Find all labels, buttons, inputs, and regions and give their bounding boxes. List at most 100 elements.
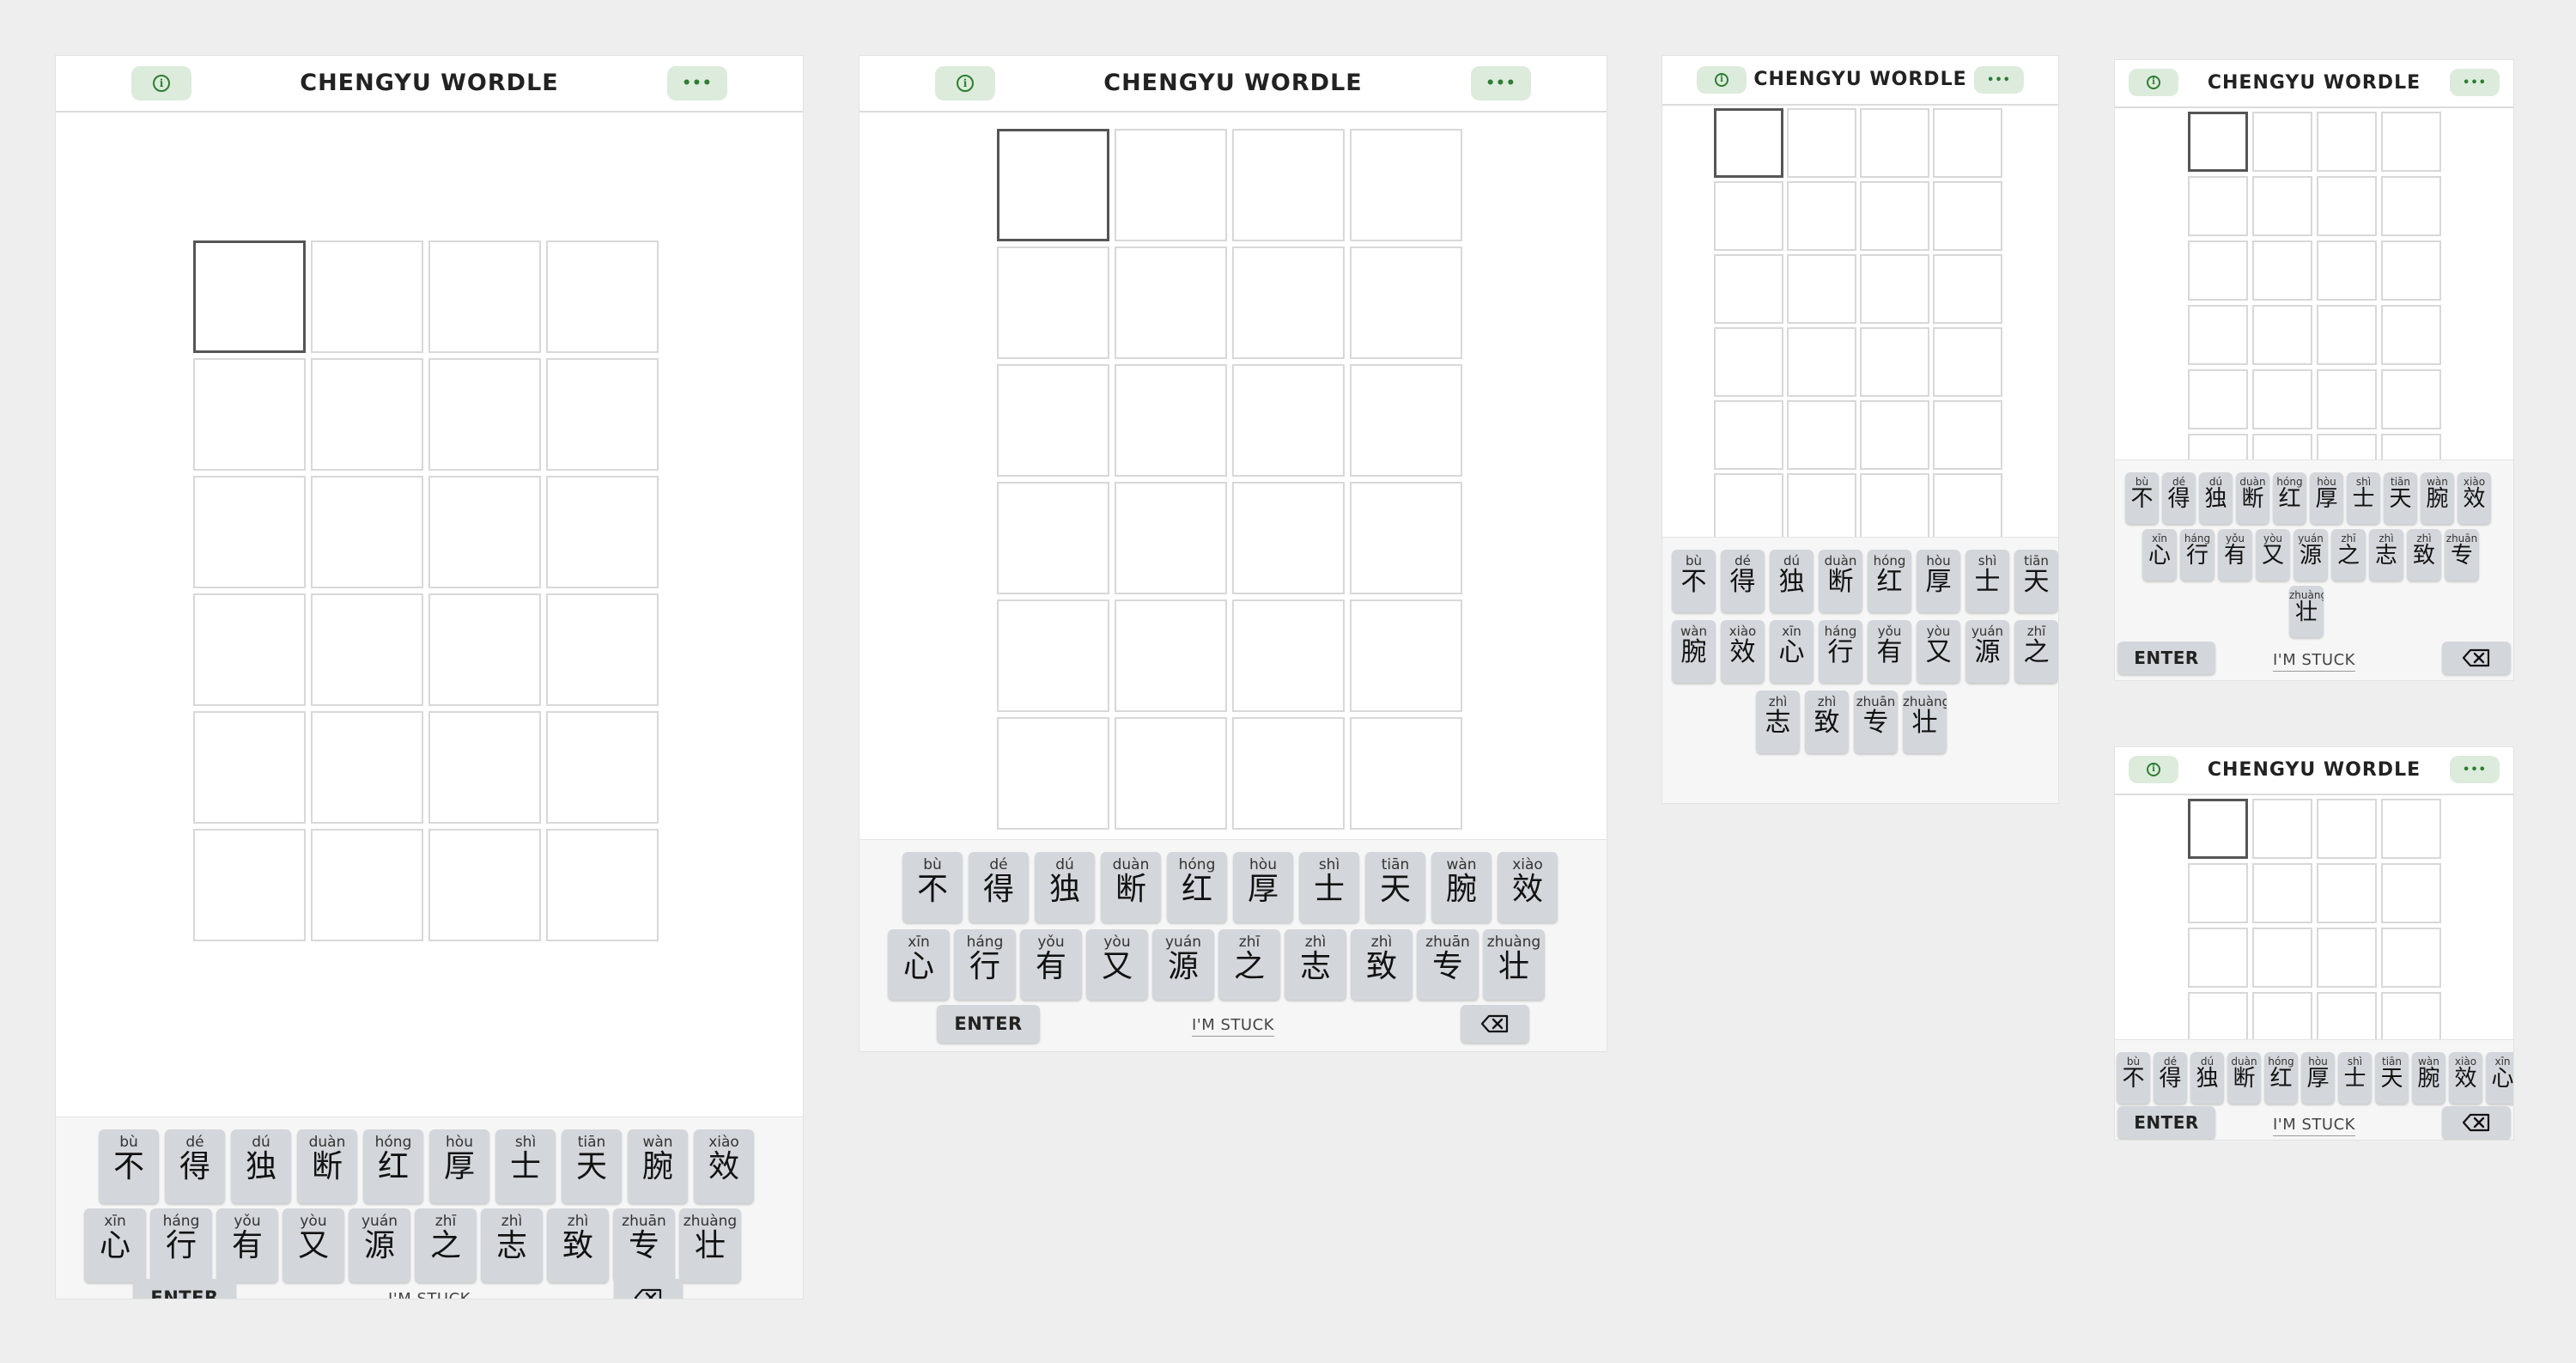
menu-button[interactable]: ••• bbox=[1471, 66, 1531, 100]
char-key[interactable]: dé 得 bbox=[165, 1129, 225, 1203]
char-key[interactable]: shì 士 bbox=[1299, 852, 1359, 922]
char-key[interactable]: zhuàng 壮 bbox=[679, 1208, 741, 1282]
char-key[interactable]: yòu 又 bbox=[1917, 620, 1960, 683]
char-key[interactable]: zhuān 专 bbox=[1417, 929, 1479, 1000]
char-key[interactable]: zhì 志 bbox=[1756, 691, 1800, 753]
char-key[interactable]: shì 士 bbox=[2338, 1052, 2372, 1104]
char-key[interactable]: dú 独 bbox=[2199, 472, 2233, 524]
char-key[interactable]: hòu 厚 bbox=[429, 1129, 489, 1203]
menu-button[interactable]: ••• bbox=[667, 66, 727, 100]
char-key[interactable]: xiào 效 bbox=[694, 1129, 754, 1203]
char-key[interactable]: háng 行 bbox=[2180, 529, 2215, 581]
char-key[interactable]: zhuān 专 bbox=[2445, 529, 2479, 581]
char-key[interactable]: bù 不 bbox=[902, 852, 963, 922]
char-key[interactable]: dé 得 bbox=[969, 852, 1029, 922]
char-key[interactable]: zhuàng 壮 bbox=[2289, 586, 2324, 637]
char-key[interactable]: zhì 致 bbox=[1351, 929, 1413, 1000]
char-key[interactable]: zhuàng 壮 bbox=[1483, 929, 1545, 1000]
backspace-button[interactable] bbox=[2442, 1106, 2511, 1139]
char-key[interactable]: hóng 红 bbox=[2264, 1052, 2298, 1104]
char-key[interactable]: xīn 心 bbox=[1770, 620, 1814, 683]
char-key[interactable]: xīn 心 bbox=[2142, 529, 2177, 581]
char-key[interactable]: xīn 心 bbox=[84, 1208, 146, 1282]
char-key[interactable]: wàn 腕 bbox=[628, 1129, 688, 1203]
char-key[interactable]: yǒu 有 bbox=[2218, 529, 2252, 581]
char-key[interactable]: zhì 志 bbox=[1285, 929, 1346, 1000]
backspace-button[interactable] bbox=[1461, 1005, 1529, 1043]
char-key[interactable]: duàn 断 bbox=[1101, 852, 1161, 922]
char-key[interactable]: xiào 效 bbox=[2458, 472, 2491, 524]
char-key[interactable]: zhì 致 bbox=[2407, 529, 2441, 581]
char-key[interactable]: wàn 腕 bbox=[2412, 1052, 2445, 1104]
char-key[interactable]: zhī 之 bbox=[415, 1208, 477, 1282]
char-key[interactable]: xīn 心 bbox=[888, 929, 950, 1000]
char-key[interactable]: yǒu 有 bbox=[1868, 620, 1911, 683]
menu-button[interactable]: ••• bbox=[1974, 66, 2024, 94]
char-key[interactable]: bù 不 bbox=[1672, 550, 1716, 612]
char-key[interactable]: yòu 又 bbox=[283, 1208, 344, 1282]
char-key[interactable]: tiān 天 bbox=[2014, 550, 2058, 612]
char-key[interactable]: duàn 断 bbox=[2236, 472, 2269, 524]
char-key[interactable]: zhì 致 bbox=[1805, 691, 1849, 753]
char-key[interactable]: dú 独 bbox=[2190, 1052, 2224, 1104]
char-key[interactable]: zhuàng 壮 bbox=[1903, 691, 1947, 753]
char-key[interactable]: xiào 效 bbox=[2449, 1052, 2482, 1104]
char-key[interactable]: dé 得 bbox=[1721, 550, 1765, 612]
char-key[interactable]: zhuān 专 bbox=[613, 1208, 675, 1282]
char-key[interactable]: yǒu 有 bbox=[1020, 929, 1082, 1000]
char-key[interactable]: xiào 效 bbox=[1721, 620, 1765, 683]
char-key[interactable]: tiān 天 bbox=[2375, 1052, 2409, 1104]
backspace-button[interactable] bbox=[614, 1279, 683, 1299]
im-stuck-link[interactable]: I'M STUCK bbox=[56, 1290, 803, 1299]
char-key[interactable]: hòu 厚 bbox=[1917, 550, 1960, 612]
char-key[interactable]: zhī 之 bbox=[1218, 929, 1280, 1000]
char-key[interactable]: yuán 源 bbox=[2293, 529, 2328, 581]
char-key[interactable]: hòu 厚 bbox=[2310, 472, 2343, 524]
char-key[interactable]: zhī 之 bbox=[2014, 620, 2058, 683]
char-key[interactable]: tiān 天 bbox=[1365, 852, 1425, 922]
char-key[interactable]: yuán 源 bbox=[349, 1208, 410, 1282]
char-key[interactable]: hóng 红 bbox=[1167, 852, 1227, 922]
char-key[interactable]: hòu 厚 bbox=[1233, 852, 1293, 922]
char-key[interactable]: háng 行 bbox=[1819, 620, 1862, 683]
char-key[interactable]: wàn 腕 bbox=[2421, 472, 2454, 524]
char-key[interactable]: zhì 致 bbox=[547, 1208, 609, 1282]
char-key[interactable]: tiān 天 bbox=[2384, 472, 2417, 524]
char-key[interactable]: yuán 源 bbox=[1152, 929, 1214, 1000]
char-key[interactable]: zhì 志 bbox=[2369, 529, 2403, 581]
char-key[interactable]: dú 独 bbox=[231, 1129, 291, 1203]
char-key[interactable]: bù 不 bbox=[2117, 1052, 2150, 1104]
char-key[interactable]: duàn 断 bbox=[297, 1129, 357, 1203]
char-key[interactable]: shì 士 bbox=[2347, 472, 2380, 524]
char-key[interactable]: duàn 断 bbox=[2227, 1052, 2261, 1104]
char-key[interactable]: hòu 厚 bbox=[2301, 1052, 2335, 1104]
char-key[interactable]: háng 行 bbox=[954, 929, 1016, 1000]
char-key[interactable]: xiào 效 bbox=[1498, 852, 1558, 922]
char-key[interactable]: hóng 红 bbox=[2273, 472, 2306, 524]
char-key[interactable]: hóng 红 bbox=[363, 1129, 423, 1203]
char-key[interactable]: dú 独 bbox=[1035, 852, 1095, 922]
char-key[interactable]: zhī 之 bbox=[2331, 529, 2366, 581]
char-key[interactable]: shì 士 bbox=[1965, 550, 2009, 612]
char-key[interactable]: dé 得 bbox=[2154, 1052, 2187, 1104]
char-key[interactable]: yuán 源 bbox=[1965, 620, 2009, 683]
char-key[interactable]: yǒu 有 bbox=[216, 1208, 278, 1282]
char-key[interactable]: xīn 心 bbox=[2486, 1052, 2513, 1104]
char-key[interactable]: háng 行 bbox=[150, 1208, 212, 1282]
char-key[interactable]: bù 不 bbox=[99, 1129, 159, 1203]
char-key[interactable]: zhuān 专 bbox=[1854, 691, 1898, 753]
char-key[interactable]: wàn 腕 bbox=[1431, 852, 1492, 922]
char-key[interactable]: duàn 断 bbox=[1819, 550, 1862, 612]
backspace-button[interactable] bbox=[2442, 642, 2511, 674]
menu-button[interactable]: ••• bbox=[2450, 69, 2500, 96]
char-key[interactable]: wàn 腕 bbox=[1672, 620, 1716, 683]
char-key[interactable]: tiān 天 bbox=[562, 1129, 622, 1203]
char-key[interactable]: yòu 又 bbox=[1086, 929, 1148, 1000]
char-key[interactable]: bù 不 bbox=[2125, 472, 2159, 524]
menu-button[interactable]: ••• bbox=[2450, 756, 2500, 783]
char-key[interactable]: dé 得 bbox=[2162, 472, 2196, 524]
char-key[interactable]: shì 士 bbox=[495, 1129, 556, 1203]
char-key[interactable]: dú 独 bbox=[1770, 550, 1814, 612]
char-key[interactable]: zhì 志 bbox=[481, 1208, 543, 1282]
char-key[interactable]: yòu 又 bbox=[2256, 529, 2290, 581]
